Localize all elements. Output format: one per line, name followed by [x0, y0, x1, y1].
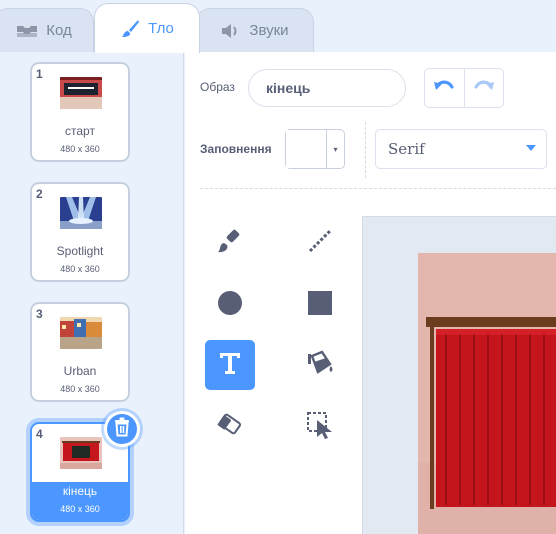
- rectangle-tool-icon: [305, 288, 335, 323]
- font-dropdown[interactable]: Serif: [375, 129, 547, 169]
- costume-name-input[interactable]: кінець: [248, 69, 406, 107]
- backdrop-name: старт: [65, 124, 95, 138]
- backdrop-item-start[interactable]: 1 старт 480 x 360: [30, 62, 130, 162]
- brush-tool[interactable]: [205, 218, 255, 268]
- redo-button[interactable]: [463, 69, 504, 107]
- backdrop-number: 1: [36, 67, 43, 81]
- speaker-icon: [221, 23, 241, 39]
- trash-icon: [113, 417, 131, 442]
- costume-name-value: кінець: [266, 80, 311, 96]
- chevron-down-icon: ▾: [326, 130, 344, 168]
- backdrop-size: 480 x 360: [60, 144, 100, 154]
- tab-sounds-label: Звуки: [249, 22, 289, 39]
- backdrop-name: кінець: [62, 484, 98, 498]
- drawing-canvas-area[interactable]: [362, 216, 556, 534]
- select-tool[interactable]: [295, 402, 345, 452]
- tab-backdrop-label: Тло: [148, 20, 174, 37]
- select-cursor-icon: [305, 410, 335, 445]
- backdrop-number: 2: [36, 187, 43, 201]
- eraser-tool[interactable]: [205, 402, 255, 452]
- circle-tool-icon: [215, 288, 245, 323]
- backdrop-size: 480 x 360: [60, 504, 100, 514]
- eraser-icon: [215, 410, 245, 445]
- backdrop-name: Spotlight: [56, 244, 104, 258]
- backdrop-list: 1 старт 480 x 360 2 Spotlight 480 x 360 …: [0, 52, 164, 534]
- redo-icon: [473, 78, 495, 99]
- tab-backdrop[interactable]: Тло: [94, 3, 200, 53]
- paint-editor-window: Код Тло Звуки 1 старт 480 x 360 2 Spotli…: [0, 0, 556, 534]
- costume-label: Образ: [200, 80, 235, 94]
- backdrop-item-spotlight[interactable]: 2 Spotlight 480 x 360: [30, 182, 130, 282]
- toolbar-divider: [365, 122, 366, 178]
- caret-down-icon: [526, 145, 536, 151]
- paint-bucket-icon: [304, 348, 336, 383]
- backdrop-thumbnail: [60, 437, 102, 469]
- tab-code-label: Код: [46, 22, 72, 39]
- undo-redo-group: [424, 68, 504, 108]
- fill-color-picker[interactable]: ▾: [285, 129, 345, 169]
- line-tool-icon: [305, 226, 335, 261]
- brush-tool-icon: [215, 226, 245, 261]
- backdrop-size: 480 x 360: [60, 384, 100, 394]
- text-tool-icon: [215, 348, 245, 383]
- fill-label: Заповнення: [200, 142, 272, 156]
- rectangle-tool[interactable]: [295, 280, 345, 330]
- fill-color-swatch: [286, 130, 326, 168]
- paint-editor: Образ кінець Заповнення ▾ Serif: [185, 52, 556, 534]
- undo-icon: [433, 78, 455, 99]
- backdrop-thumbnail: [60, 197, 102, 229]
- backdrop-size: 480 x 360: [60, 264, 100, 274]
- line-tool[interactable]: [295, 218, 345, 268]
- backdrop-name: Urban: [63, 364, 97, 378]
- backdrop-number: 3: [36, 307, 43, 321]
- undo-button[interactable]: [425, 69, 464, 107]
- backdrop-item-urban[interactable]: 3 Urban 480 x 360: [30, 302, 130, 402]
- backdrop-number: 4: [36, 427, 43, 441]
- list-scroll-gutter[interactable]: [164, 52, 184, 534]
- tab-code[interactable]: Код: [0, 8, 94, 52]
- backdrop-canvas-image[interactable]: [418, 253, 556, 534]
- tab-bar: Код Тло Звуки: [0, 0, 556, 53]
- font-value: Serif: [388, 140, 425, 158]
- text-tool[interactable]: [205, 340, 255, 390]
- fill-tool[interactable]: [295, 340, 345, 390]
- backdrop-thumbnail: [60, 317, 102, 349]
- delete-backdrop-button[interactable]: [104, 411, 140, 447]
- backdrop-thumbnail: [60, 77, 102, 109]
- circle-tool[interactable]: [205, 280, 255, 330]
- brush-icon: [120, 19, 140, 39]
- section-divider: [200, 188, 556, 189]
- tab-sounds[interactable]: Звуки: [196, 8, 314, 52]
- code-icon: [16, 23, 38, 39]
